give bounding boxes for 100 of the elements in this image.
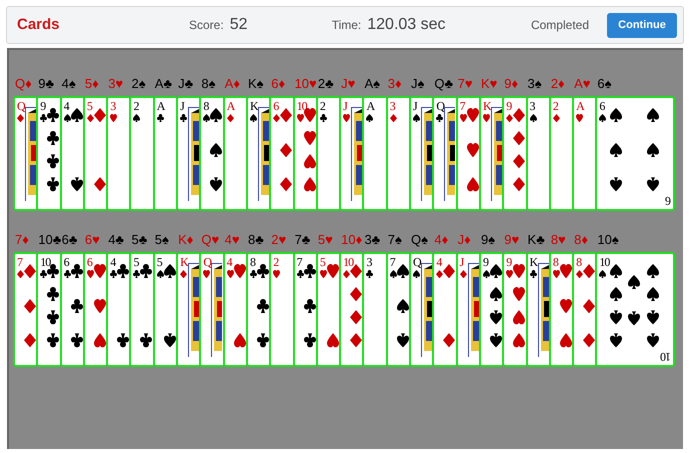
card-rank: Q — [17, 100, 25, 112]
playing-card[interactable]: 5 — [316, 252, 340, 367]
playing-card[interactable]: 7 — [292, 252, 316, 367]
playing-card[interactable]: K — [526, 252, 549, 367]
spade-icon — [610, 333, 622, 348]
playing-card[interactable]: 9 — [36, 96, 60, 211]
playing-card[interactable]: Q — [432, 96, 456, 211]
card-label: 8♣ — [248, 233, 265, 246]
playing-card[interactable]: 3 — [362, 252, 386, 367]
spade-icon — [70, 177, 83, 192]
card-label: A♣ — [154, 77, 173, 90]
club-icon — [256, 298, 269, 313]
playing-card[interactable]: 8 — [548, 252, 572, 367]
heart-icon — [466, 142, 479, 157]
card-rank: 8 — [203, 100, 208, 112]
playing-card[interactable]: 7 — [386, 252, 410, 367]
card-rank: A — [156, 100, 164, 112]
card-rank: K — [250, 100, 258, 112]
diamond-icon — [226, 114, 234, 122]
playing-card[interactable]: K — [246, 96, 270, 211]
heart-icon — [482, 114, 490, 122]
playing-card[interactable]: 4 — [106, 252, 130, 367]
spade-icon — [610, 310, 622, 324]
spade-icon — [210, 142, 222, 157]
playing-card[interactable]: 4 — [60, 96, 83, 211]
playing-card[interactable]: 10 — [292, 96, 316, 211]
card-label: Q♥ — [201, 233, 220, 246]
card-label: 10♥ — [294, 77, 318, 90]
spade-icon — [490, 310, 502, 324]
playing-card[interactable]: 7 — [13, 252, 36, 367]
playing-card[interactable]: A — [362, 96, 386, 211]
playing-card[interactable]: 10 10 — [595, 252, 676, 367]
playing-card[interactable]: 2 — [548, 96, 572, 211]
spade-icon — [610, 264, 622, 278]
card-rank: Q — [436, 100, 444, 112]
heart-icon — [576, 114, 584, 122]
card-rank: A — [366, 100, 374, 112]
playing-card[interactable]: Q — [13, 96, 36, 211]
playing-card[interactable]: Q — [199, 252, 223, 367]
playing-card[interactable]: J — [409, 96, 432, 211]
card-rank: 5 — [320, 256, 325, 268]
playing-card[interactable]: 5 — [129, 252, 153, 367]
playing-card[interactable]: 8 — [572, 252, 596, 367]
spade-icon — [366, 114, 374, 122]
playing-card[interactable]: J — [339, 96, 362, 211]
playing-card[interactable]: 3 — [386, 96, 410, 211]
score-label: Score: — [189, 17, 224, 34]
playing-card[interactable]: 6 — [60, 252, 83, 367]
card-rank: 2 — [320, 100, 325, 112]
card-rank: 10 — [296, 100, 307, 112]
playing-card[interactable]: Q — [409, 252, 432, 367]
playing-card[interactable]: K — [176, 252, 200, 367]
card-rank: 7 — [296, 256, 302, 268]
playing-card[interactable]: K — [478, 96, 502, 211]
playing-card[interactable]: 4 — [222, 252, 246, 367]
playing-card[interactable]: 6 6 — [595, 96, 676, 211]
playing-card[interactable]: 6 — [82, 252, 106, 367]
card-label: 10♦ — [341, 233, 364, 246]
playing-card[interactable]: 2 — [129, 96, 153, 211]
card-label: 9♥ — [504, 233, 520, 246]
playing-card[interactable]: A — [222, 96, 246, 211]
card-label: 5♣ — [131, 233, 148, 246]
playing-card[interactable]: J — [456, 252, 479, 367]
playing-card[interactable]: J — [176, 96, 200, 211]
card-label: K♥ — [480, 77, 498, 90]
card-label: J♥ — [341, 77, 356, 90]
card-rank: 2 — [552, 100, 558, 112]
card-rank: 10 — [343, 256, 354, 268]
playing-card[interactable]: A — [572, 96, 596, 211]
card-label: K♣ — [528, 233, 546, 246]
playing-card[interactable]: 2 — [316, 96, 340, 211]
card-label: A♠ — [364, 77, 382, 90]
spade-icon — [647, 177, 660, 192]
playing-card[interactable]: 8 — [199, 96, 223, 211]
playing-card[interactable]: 4 — [432, 252, 456, 367]
club-icon — [304, 298, 316, 313]
playing-card[interactable]: 5 — [152, 252, 176, 367]
playing-card[interactable]: 9 — [502, 252, 526, 367]
playing-card[interactable]: 10 — [339, 252, 362, 367]
card-rank: 9 — [40, 100, 46, 112]
playing-card[interactable]: 3 — [526, 96, 549, 211]
playing-card[interactable]: A — [152, 96, 176, 211]
card-rank: K — [482, 100, 491, 112]
continue-button[interactable]: Continue — [607, 12, 677, 38]
playing-card[interactable]: 6 — [269, 96, 293, 211]
club-icon — [47, 333, 60, 348]
card-rank: Q — [413, 256, 421, 268]
playing-card[interactable]: 8 — [246, 252, 270, 367]
heart-icon — [94, 298, 106, 313]
playing-card[interactable]: 3 — [106, 96, 130, 211]
playing-card[interactable]: 7 — [456, 96, 479, 211]
playing-card[interactable]: 9 — [478, 252, 502, 367]
spade-icon — [530, 114, 537, 122]
playing-card[interactable]: 5 — [82, 96, 106, 211]
playing-card[interactable]: 10 — [36, 252, 60, 367]
card-label: 4♥ — [224, 233, 241, 246]
playing-card[interactable]: 2 — [269, 252, 293, 367]
spade-icon — [413, 270, 420, 278]
playing-card[interactable]: 9 — [502, 96, 526, 211]
club-icon — [47, 287, 60, 302]
